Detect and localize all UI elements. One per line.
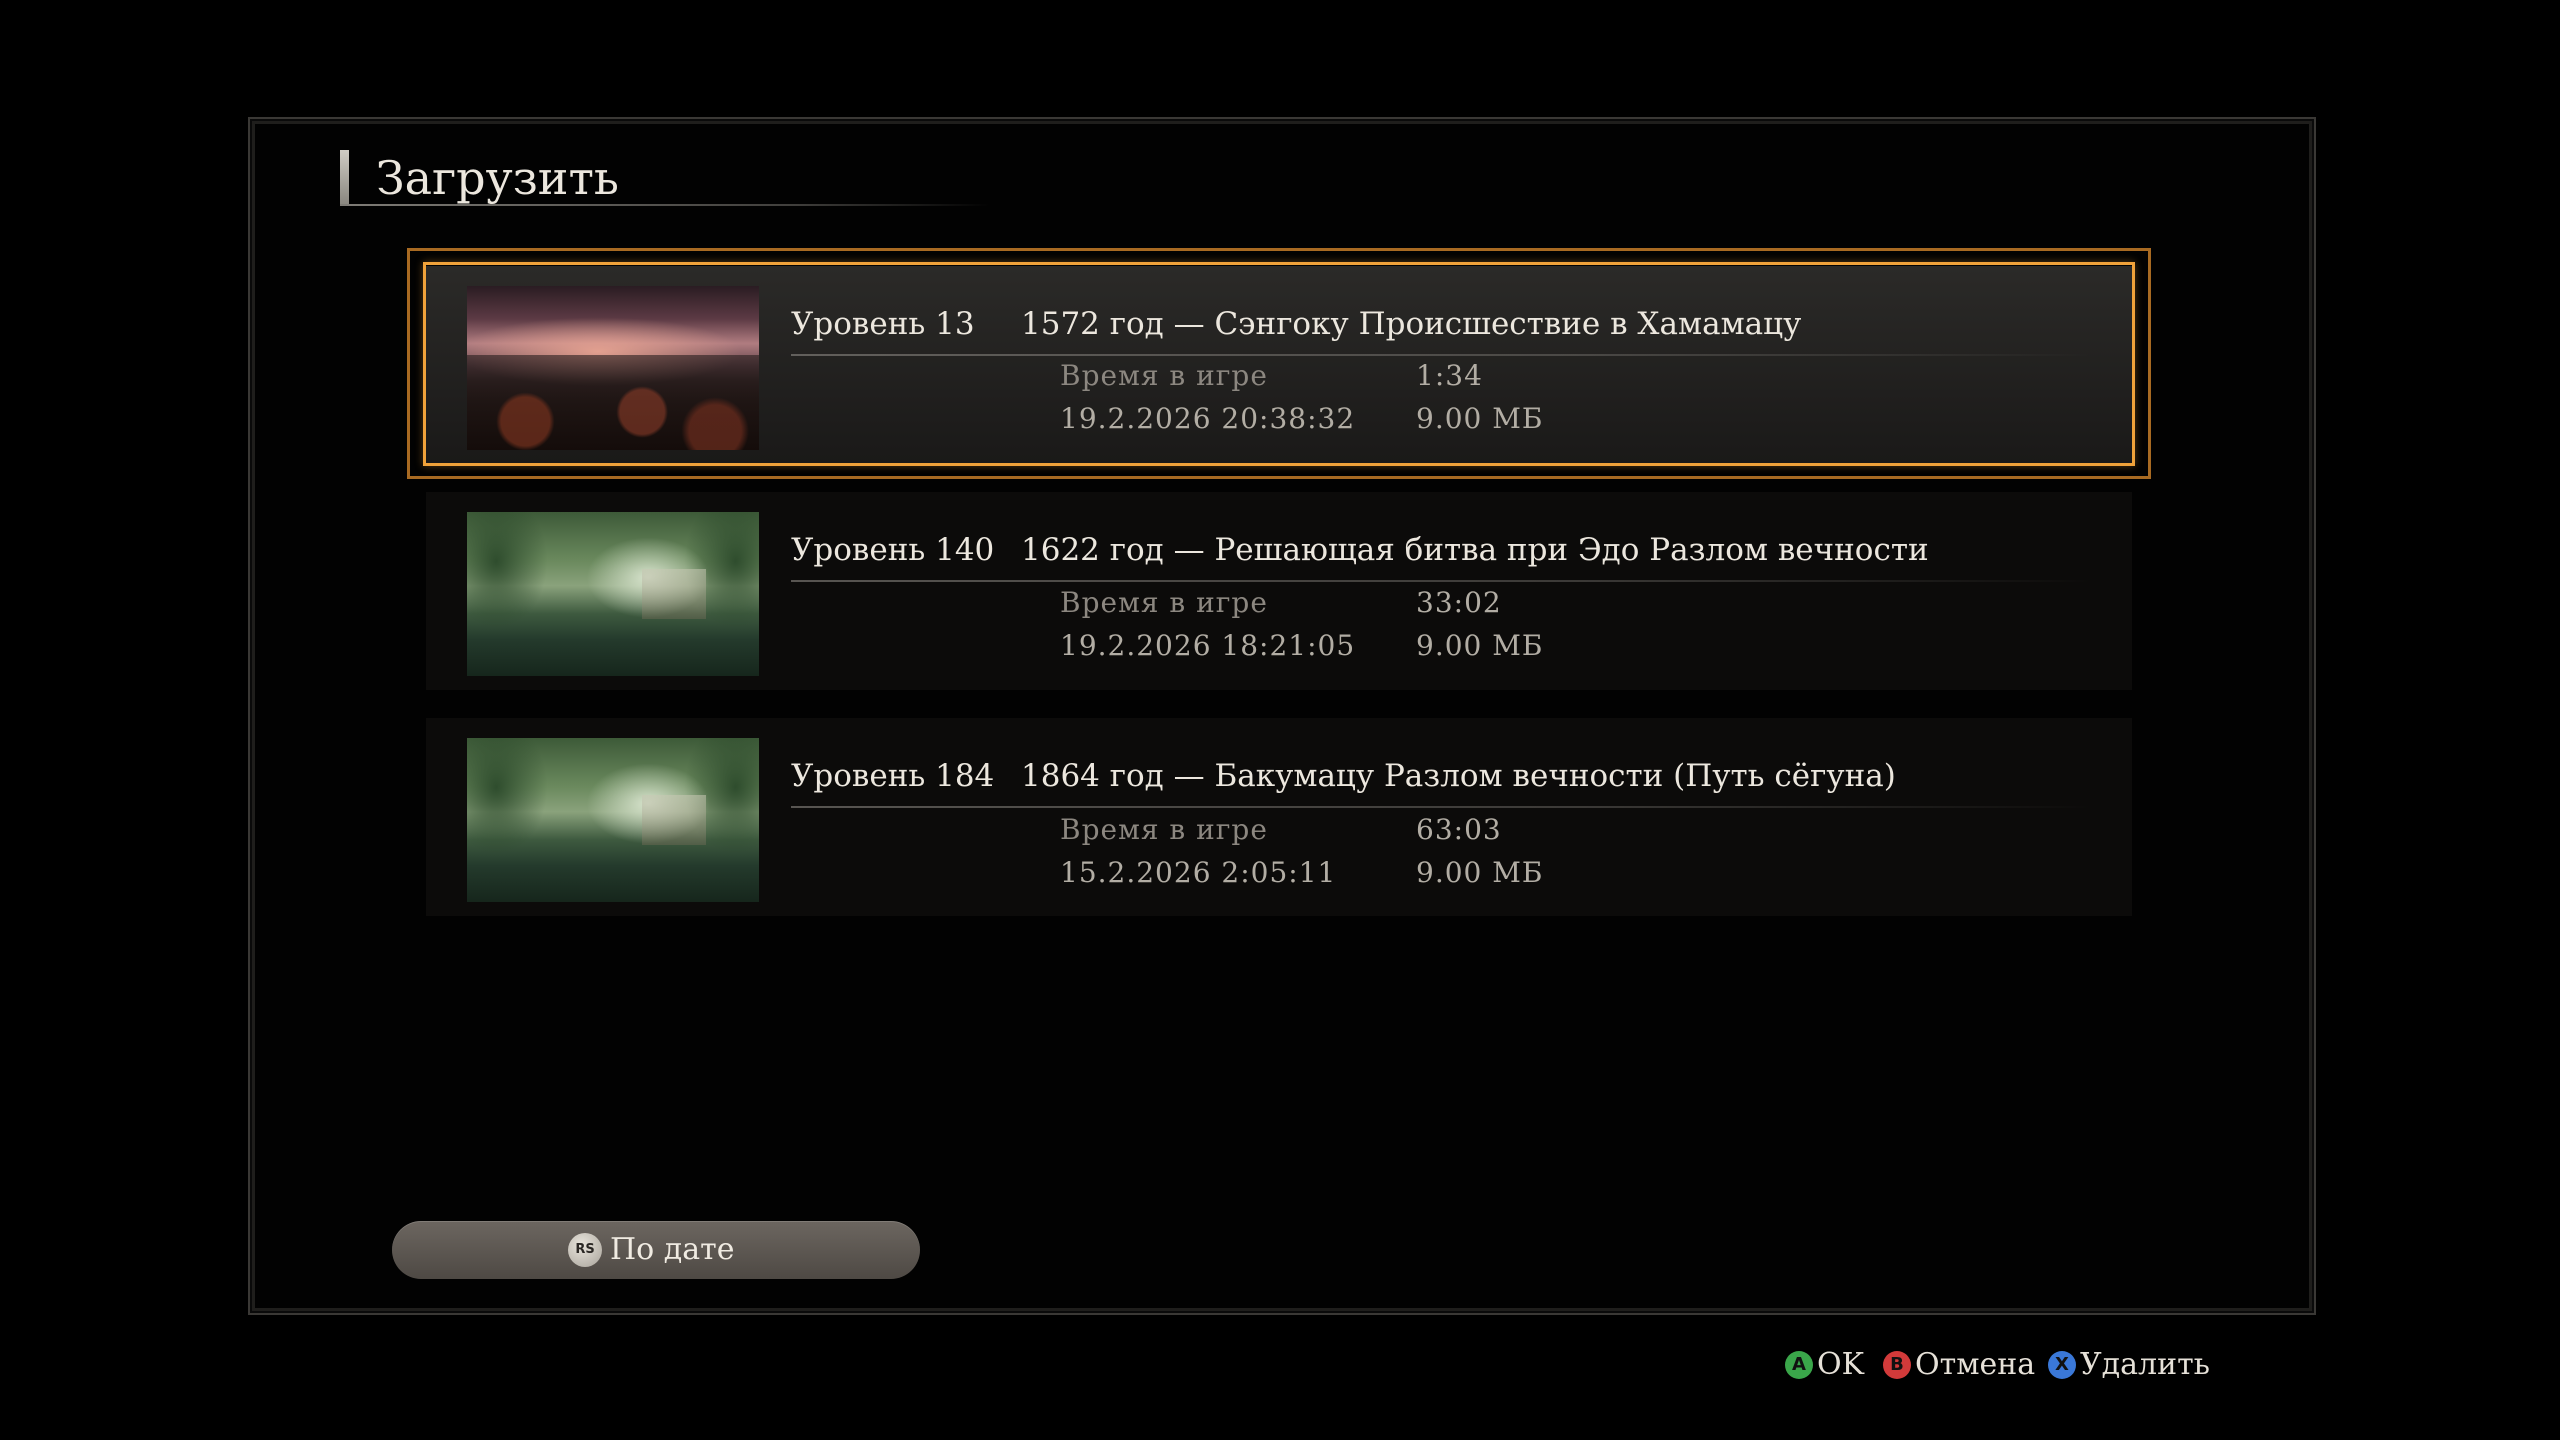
save-chapter: 1572 год — Сэнгоку Происшествие в Хамама… <box>1021 306 1802 342</box>
rs-stick-icon: RS <box>568 1233 602 1267</box>
sort-by-date-button[interactable]: RS По дате <box>392 1221 920 1279</box>
load-screen: Загрузить Уровень 13 1572 год — Сэнгоку … <box>0 0 2560 1440</box>
playtime-label: Время в игре <box>1060 813 1268 846</box>
title-accent-bar <box>340 150 349 204</box>
save-level: Уровень 140 <box>791 532 995 568</box>
hint-cancel-label: Отмена <box>1915 1347 2036 1382</box>
playtime-value: 63:03 <box>1416 813 1502 846</box>
save-thumbnail <box>467 512 759 676</box>
save-thumbnail <box>467 286 759 450</box>
save-chapter: 1864 год — Бакумацу Разлом вечности (Пут… <box>1021 758 1896 794</box>
save-timestamp: 19.2.2026 20:38:32 <box>1060 402 1356 435</box>
save-slot-3[interactable]: Уровень 184 1864 год — Бакумацу Разлом в… <box>426 718 2132 916</box>
save-level: Уровень 13 <box>791 306 975 342</box>
save-slot-1[interactable]: Уровень 13 1572 год — Сэнгоку Происшеств… <box>426 266 2132 464</box>
playtime-label: Время в игре <box>1060 586 1268 619</box>
save-thumbnail <box>467 738 759 902</box>
sort-label: По дате <box>610 1232 735 1267</box>
dialog-title-text: Загрузить <box>376 151 619 205</box>
save-divider <box>791 580 2091 582</box>
playtime-value: 33:02 <box>1416 586 1502 619</box>
hint-delete-label: Удалить <box>2080 1347 2211 1382</box>
playtime-label: Время в игре <box>1060 359 1268 392</box>
save-timestamp: 19.2.2026 18:21:05 <box>1060 629 1356 662</box>
save-size: 9.00 МБ <box>1416 629 1544 662</box>
hint-ok-label: OK <box>1817 1347 1865 1382</box>
playtime-value: 1:34 <box>1416 359 1483 392</box>
save-size: 9.00 МБ <box>1416 856 1544 889</box>
save-divider <box>791 806 2091 808</box>
x-button-icon: X <box>2048 1351 2076 1379</box>
title-underline <box>340 204 990 206</box>
save-slot-2[interactable]: Уровень 140 1622 год — Решающая битва пр… <box>426 492 2132 690</box>
a-button-icon: A <box>1785 1351 1813 1379</box>
save-size: 9.00 МБ <box>1416 402 1544 435</box>
b-button-icon: B <box>1883 1351 1911 1379</box>
save-timestamp: 15.2.2026 2:05:11 <box>1060 856 1337 889</box>
save-level: Уровень 184 <box>791 758 995 794</box>
save-chapter: 1622 год — Решающая битва при Эдо Разлом… <box>1021 532 1929 568</box>
